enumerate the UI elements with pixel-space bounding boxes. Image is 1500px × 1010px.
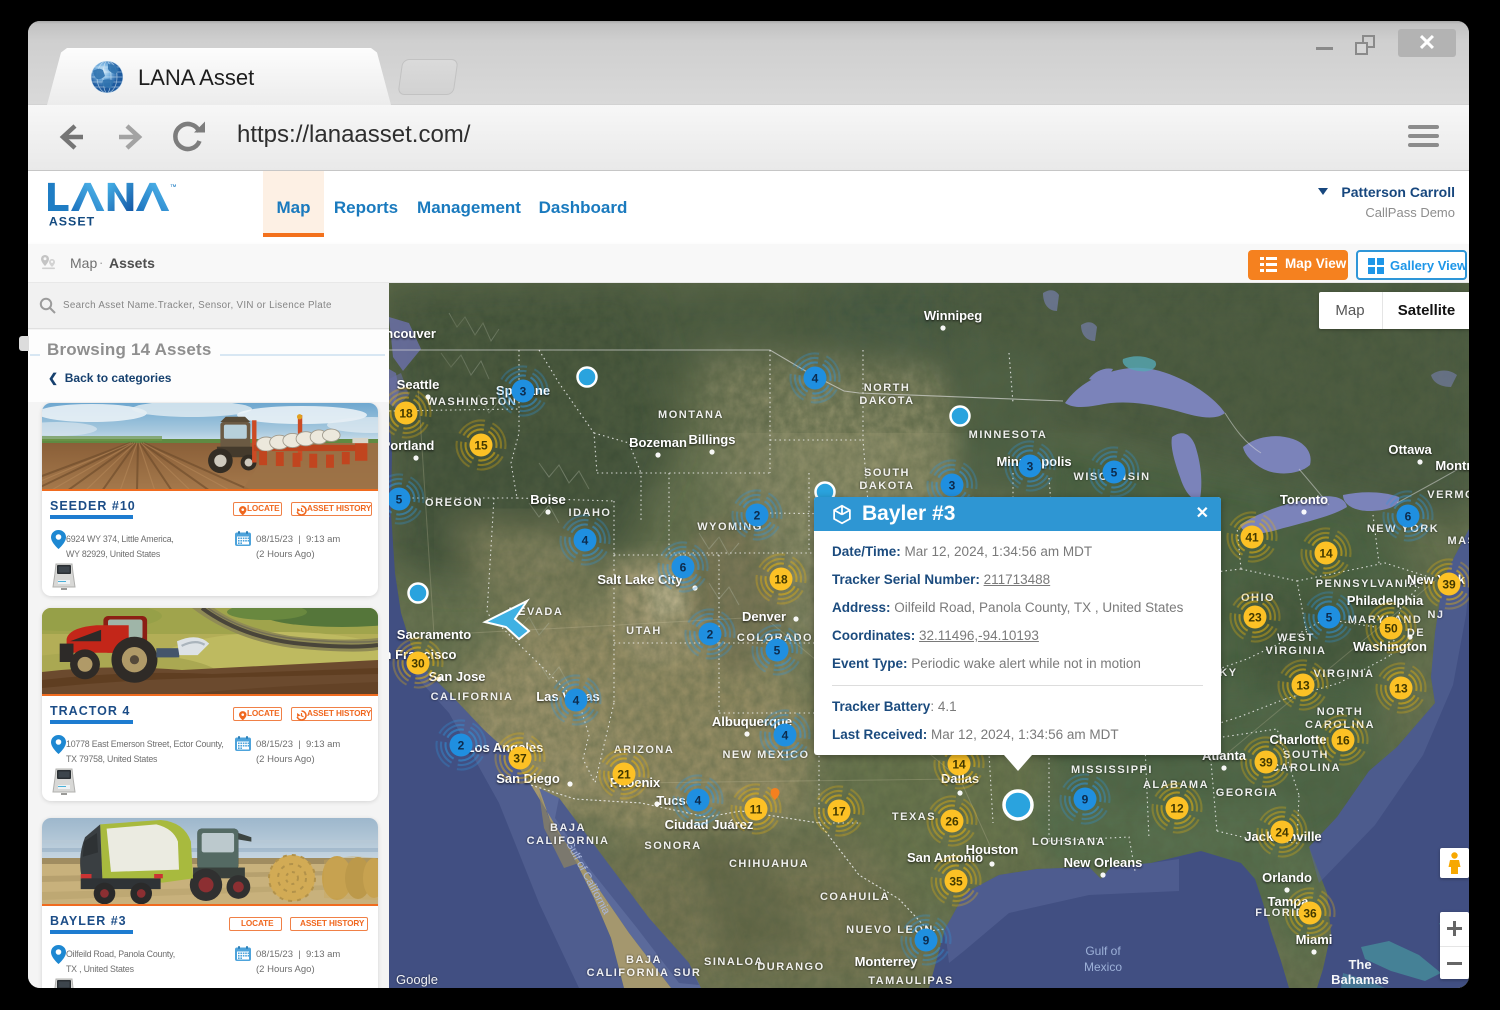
svg-text:CALIFORNIA: CALIFORNIA (431, 691, 514, 703)
svg-text:TAMAULIPAS: TAMAULIPAS (868, 975, 953, 987)
svg-text:GEORGIA: GEORGIA (1216, 787, 1278, 799)
svg-text:Montre: Montre (1435, 458, 1469, 473)
svg-text:Portland: Portland (389, 438, 434, 453)
svg-text:3: 3 (1027, 460, 1034, 474)
svg-text:11: 11 (750, 803, 763, 817)
svg-text:37: 37 (513, 752, 527, 766)
svg-text:TEXAS: TEXAS (892, 811, 936, 823)
svg-text:San Jose: San Jose (428, 669, 485, 684)
svg-text:COAHUILA: COAHUILA (820, 891, 890, 903)
svg-text:35: 35 (949, 875, 963, 889)
svg-text:5: 5 (1111, 466, 1118, 480)
svg-text:13: 13 (1296, 679, 1310, 693)
svg-text:14: 14 (1319, 547, 1333, 561)
svg-text:3: 3 (520, 385, 527, 399)
svg-text:Google: Google (396, 972, 438, 987)
svg-text:21: 21 (617, 768, 631, 782)
svg-text:26: 26 (945, 815, 959, 829)
svg-text:2: 2 (707, 628, 714, 642)
svg-text:17: 17 (832, 805, 846, 819)
svg-text:DURANGO: DURANGO (757, 961, 824, 973)
svg-text:4: 4 (782, 729, 789, 743)
svg-text:Boise: Boise (530, 492, 565, 507)
svg-text:CHIHUAHUA: CHIHUAHUA (729, 858, 809, 870)
svg-text:NJ: NJ (1427, 609, 1444, 621)
svg-text:9: 9 (1082, 793, 1089, 807)
svg-text:41: 41 (1245, 531, 1259, 545)
svg-text:LOUISIANA: LOUISIANA (1032, 836, 1106, 848)
svg-text:NORTH: NORTH (864, 382, 911, 394)
svg-text:3: 3 (949, 479, 956, 493)
svg-text:5: 5 (396, 493, 403, 507)
svg-text:13: 13 (1394, 682, 1408, 696)
svg-text:4: 4 (812, 372, 819, 386)
svg-text:50: 50 (1384, 622, 1398, 636)
svg-text:SONORA: SONORA (644, 840, 701, 852)
svg-text:ALABAMA: ALABAMA (1143, 779, 1209, 791)
svg-text:2: 2 (458, 739, 465, 753)
svg-text:9: 9 (923, 934, 930, 948)
svg-text:15: 15 (474, 439, 488, 453)
svg-text:Vancouver: Vancouver (389, 326, 436, 341)
svg-text:4: 4 (582, 534, 589, 548)
svg-text:39: 39 (1442, 578, 1456, 592)
svg-text:BAJA: BAJA (626, 954, 662, 966)
svg-text:WEST: WEST (1277, 632, 1315, 644)
svg-text:SINALOA: SINALOA (704, 956, 764, 968)
svg-text:MAS: MAS (1448, 535, 1469, 547)
svg-text:UTAH: UTAH (626, 625, 662, 637)
svg-text:Mexico: Mexico (1084, 960, 1122, 974)
svg-text:Seattle: Seattle (397, 377, 440, 392)
svg-text:36: 36 (1303, 907, 1317, 921)
svg-text:OREGON: OREGON (425, 497, 483, 509)
svg-text:The: The (1348, 957, 1371, 972)
svg-text:2: 2 (754, 509, 761, 523)
svg-text:Winnipeg: Winnipeg (924, 308, 982, 323)
svg-text:™: ™ (170, 184, 176, 191)
svg-text:MONTANA: MONTANA (658, 409, 724, 421)
svg-text:14: 14 (952, 758, 966, 772)
svg-text:DAKOTA: DAKOTA (859, 480, 914, 492)
svg-text:Gulf of: Gulf of (1085, 944, 1121, 958)
svg-text:Ciudad Juárez: Ciudad Juárez (665, 817, 754, 832)
svg-text:Toronto: Toronto (1280, 492, 1328, 507)
svg-text:4: 4 (695, 794, 702, 808)
svg-text:12: 12 (1170, 802, 1184, 816)
svg-text:New Orleans: New Orleans (1064, 855, 1143, 870)
svg-text:BAJA: BAJA (550, 822, 586, 834)
svg-text:18: 18 (774, 573, 788, 587)
svg-text:Miami: Miami (1296, 932, 1333, 947)
svg-text:4: 4 (573, 694, 580, 708)
svg-text:ASSET: ASSET (49, 214, 95, 228)
svg-text:Ottawa: Ottawa (1388, 442, 1432, 457)
svg-text:Bozeman: Bozeman (629, 435, 687, 450)
svg-text:24: 24 (1275, 826, 1289, 840)
svg-text:VIRGINIA: VIRGINIA (1266, 645, 1327, 657)
svg-text:5: 5 (1326, 611, 1333, 625)
svg-text:DAKOTA: DAKOTA (859, 395, 914, 407)
svg-text:Philadelphia: Philadelphia (1347, 593, 1424, 608)
svg-text:Bahamas: Bahamas (1331, 972, 1389, 987)
svg-text:30: 30 (411, 657, 425, 671)
svg-text:VERMONT: VERMONT (1427, 489, 1469, 501)
svg-text:Denver: Denver (742, 609, 786, 624)
svg-text:6: 6 (1405, 510, 1412, 524)
svg-text:39: 39 (1259, 756, 1273, 770)
svg-text:6: 6 (680, 561, 687, 575)
svg-text:PENNSYLVANIA: PENNSYLVANIA (1316, 578, 1419, 590)
svg-text:23: 23 (1248, 611, 1262, 625)
svg-text:CALIFORNIA SUR: CALIFORNIA SUR (587, 967, 702, 979)
svg-text:18: 18 (399, 407, 413, 421)
svg-text:16: 16 (1336, 734, 1350, 748)
svg-text:5: 5 (774, 644, 781, 658)
svg-text:SOUTH: SOUTH (864, 467, 910, 479)
svg-text:CALIFORNIA: CALIFORNIA (527, 835, 610, 847)
svg-text:MINNESOTA: MINNESOTA (969, 429, 1048, 441)
svg-text:Orlando: Orlando (1262, 870, 1312, 885)
svg-text:Billings: Billings (689, 432, 736, 447)
